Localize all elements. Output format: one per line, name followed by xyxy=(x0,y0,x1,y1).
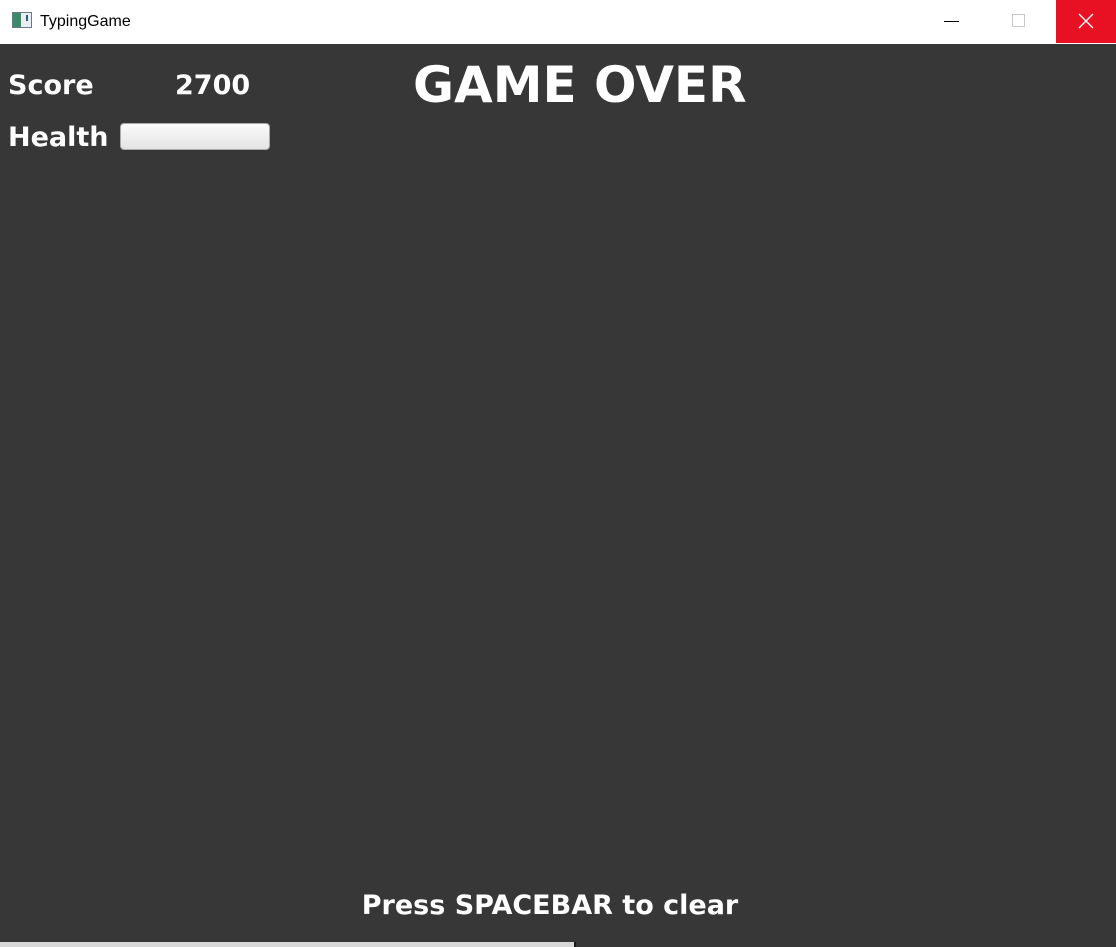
score-value: 2700 xyxy=(175,70,251,101)
minimize-button[interactable] xyxy=(923,0,979,43)
health-bar xyxy=(120,123,270,150)
maximize-button[interactable] xyxy=(991,0,1047,43)
restart-hint: Press SPACEBAR to clear xyxy=(361,890,739,921)
bottom-scrollbar[interactable] xyxy=(0,942,576,947)
health-label: Health xyxy=(8,122,109,153)
game-over-banner: GAME OVER xyxy=(413,56,747,114)
window-title: TypingGame xyxy=(40,13,131,30)
minimize-icon xyxy=(944,21,959,22)
close-icon xyxy=(1078,13,1094,29)
close-button[interactable] xyxy=(1056,0,1116,43)
title-bar[interactable]: TypingGame xyxy=(0,0,1116,44)
app-window-icon xyxy=(12,12,32,28)
game-window: TypingGame Score 2700 Health GAME OVER P… xyxy=(0,0,1116,947)
score-label: Score xyxy=(8,70,94,101)
maximize-icon xyxy=(1012,14,1025,27)
